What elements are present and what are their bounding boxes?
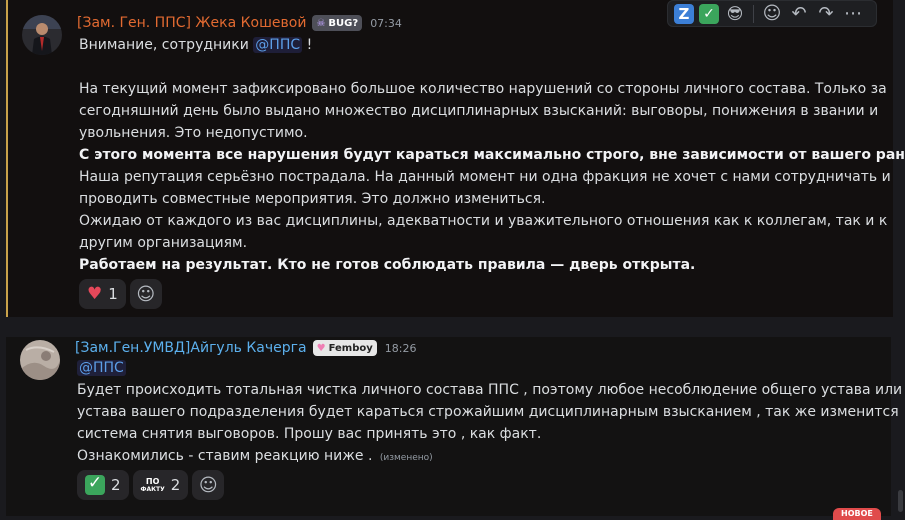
author-name[interactable]: [Зам. Ген. ППС] Жека Кошевой	[77, 15, 306, 31]
sunglasses-icon[interactable]: 😎	[724, 3, 746, 25]
add-reaction-button[interactable]: ☺	[129, 279, 162, 309]
message-divider	[0, 317, 905, 337]
check-icon[interactable]: ✓	[699, 3, 719, 24]
message-text: Ознакомились - ставим реакцию ниже .	[77, 448, 373, 464]
scrollbar[interactable]	[898, 490, 903, 512]
z-icon[interactable]: Z	[674, 3, 694, 24]
avatar-image	[20, 340, 60, 380]
edited-label: (изменено)	[379, 453, 433, 463]
message-line: Ожидаю от каждого из вас дисциплины, аде…	[79, 213, 888, 229]
more-icon[interactable]: ⋯	[842, 3, 864, 25]
message-text: Внимание, сотрудники	[79, 37, 249, 53]
toolbar-divider	[753, 4, 754, 23]
message-content: Внимание, сотрудники @ППС ! На текущий м…	[79, 34, 905, 276]
message-line: устава вашего подразделения будет карать…	[77, 404, 899, 420]
message-content: @ППС Будет происходить тотальная чистка …	[77, 357, 903, 467]
po-faktu-top: ПО	[145, 477, 160, 486]
heart-icon: ♥	[316, 342, 326, 354]
po-faktu-icon: ПО ФАКТУ	[141, 477, 165, 493]
reaction-heart[interactable]: ♥ 1	[79, 279, 126, 309]
reaction-check[interactable]: ✓ 2	[77, 470, 129, 500]
message-line: система снятия выговоров. Прошу вас прин…	[77, 426, 542, 442]
reactions: ♥ 1 ☺	[79, 279, 162, 309]
reactions: ✓ 2 ПО ФАКТУ 2 ☺	[77, 470, 225, 500]
user-tag-label: BUG?	[328, 17, 359, 29]
check-icon: ✓	[85, 475, 105, 495]
message: [Зам. Ген. ППС] Жека Кошевой ☠ BUG? 07:3…	[6, 0, 905, 317]
avatar[interactable]	[20, 340, 60, 380]
message-line: Ознакомились - ставим реакцию ниже . (из…	[77, 445, 877, 467]
avatar[interactable]	[22, 15, 62, 55]
message-text: !	[306, 37, 313, 53]
reply-icon[interactable]: ↶	[788, 3, 810, 25]
add-reaction-icon: ☺	[136, 283, 156, 305]
avatar-image	[22, 15, 62, 55]
add-reaction-button[interactable]: ☺	[192, 470, 225, 500]
add-reaction-icon[interactable]: ☺	[761, 3, 783, 25]
user-tag[interactable]: ♥ Femboy	[312, 340, 377, 356]
message-line: На текущий момент зафиксировано большое …	[79, 81, 887, 97]
message-line	[79, 56, 879, 78]
heart-icon: ♥	[87, 283, 103, 304]
reaction-po-faktu[interactable]: ПО ФАКТУ 2	[132, 470, 189, 500]
new-messages-badge[interactable]: НОВОЕ	[833, 508, 881, 520]
mention[interactable]: @ППС	[253, 37, 303, 53]
user-tag[interactable]: ☠ BUG?	[312, 15, 363, 31]
message-line: увольнения. Это недопустимо.	[79, 125, 308, 141]
message-header: [Зам. Ген. ППС] Жека Кошевой ☠ BUG? 07:3…	[77, 13, 402, 33]
reaction-count: 2	[111, 476, 121, 494]
reaction-count: 1	[108, 285, 118, 303]
author-name[interactable]: [Зам.Ген.УМВД]Айгуль Качерга	[75, 340, 307, 356]
message-line: @ППС	[77, 357, 877, 379]
message-line: Будет происходить тотальная чистка лично…	[77, 382, 903, 398]
mention[interactable]: @ППС	[77, 360, 126, 376]
reaction-count: 2	[170, 476, 181, 494]
message-line: Внимание, сотрудники @ППС !	[79, 34, 879, 56]
timestamp: 07:34	[370, 16, 402, 30]
timestamp: 18:26	[384, 341, 417, 355]
message-line: проводить совместные мероприятия. Это до…	[79, 191, 546, 207]
message-line: сегодняшний день было выдано множество д…	[79, 103, 879, 119]
user-tag-label: Femboy	[328, 342, 373, 354]
message-line: Наша репутация серьёзно пострадала. На д…	[79, 169, 891, 185]
message-line: другим организациям.	[79, 235, 248, 251]
message: [Зам.Ген.УМВД]Айгуль Качерга ♥ Femboy 18…	[6, 337, 903, 516]
message-header: [Зам.Ген.УМВД]Айгуль Качерга ♥ Femboy 18…	[75, 338, 416, 358]
forward-icon[interactable]: ↷	[815, 3, 837, 25]
add-reaction-icon: ☺	[198, 474, 218, 496]
message-line-bold: Работаем на результат. Кто не готов собл…	[79, 257, 696, 273]
po-faktu-bottom: ФАКТУ	[140, 486, 165, 493]
skull-icon: ☠	[316, 17, 326, 29]
message-line-bold: С этого момента все нарушения будут кара…	[79, 147, 905, 163]
message-toolbar: Z ✓ 😎 ☺ ↶ ↷ ⋯	[667, 0, 877, 27]
